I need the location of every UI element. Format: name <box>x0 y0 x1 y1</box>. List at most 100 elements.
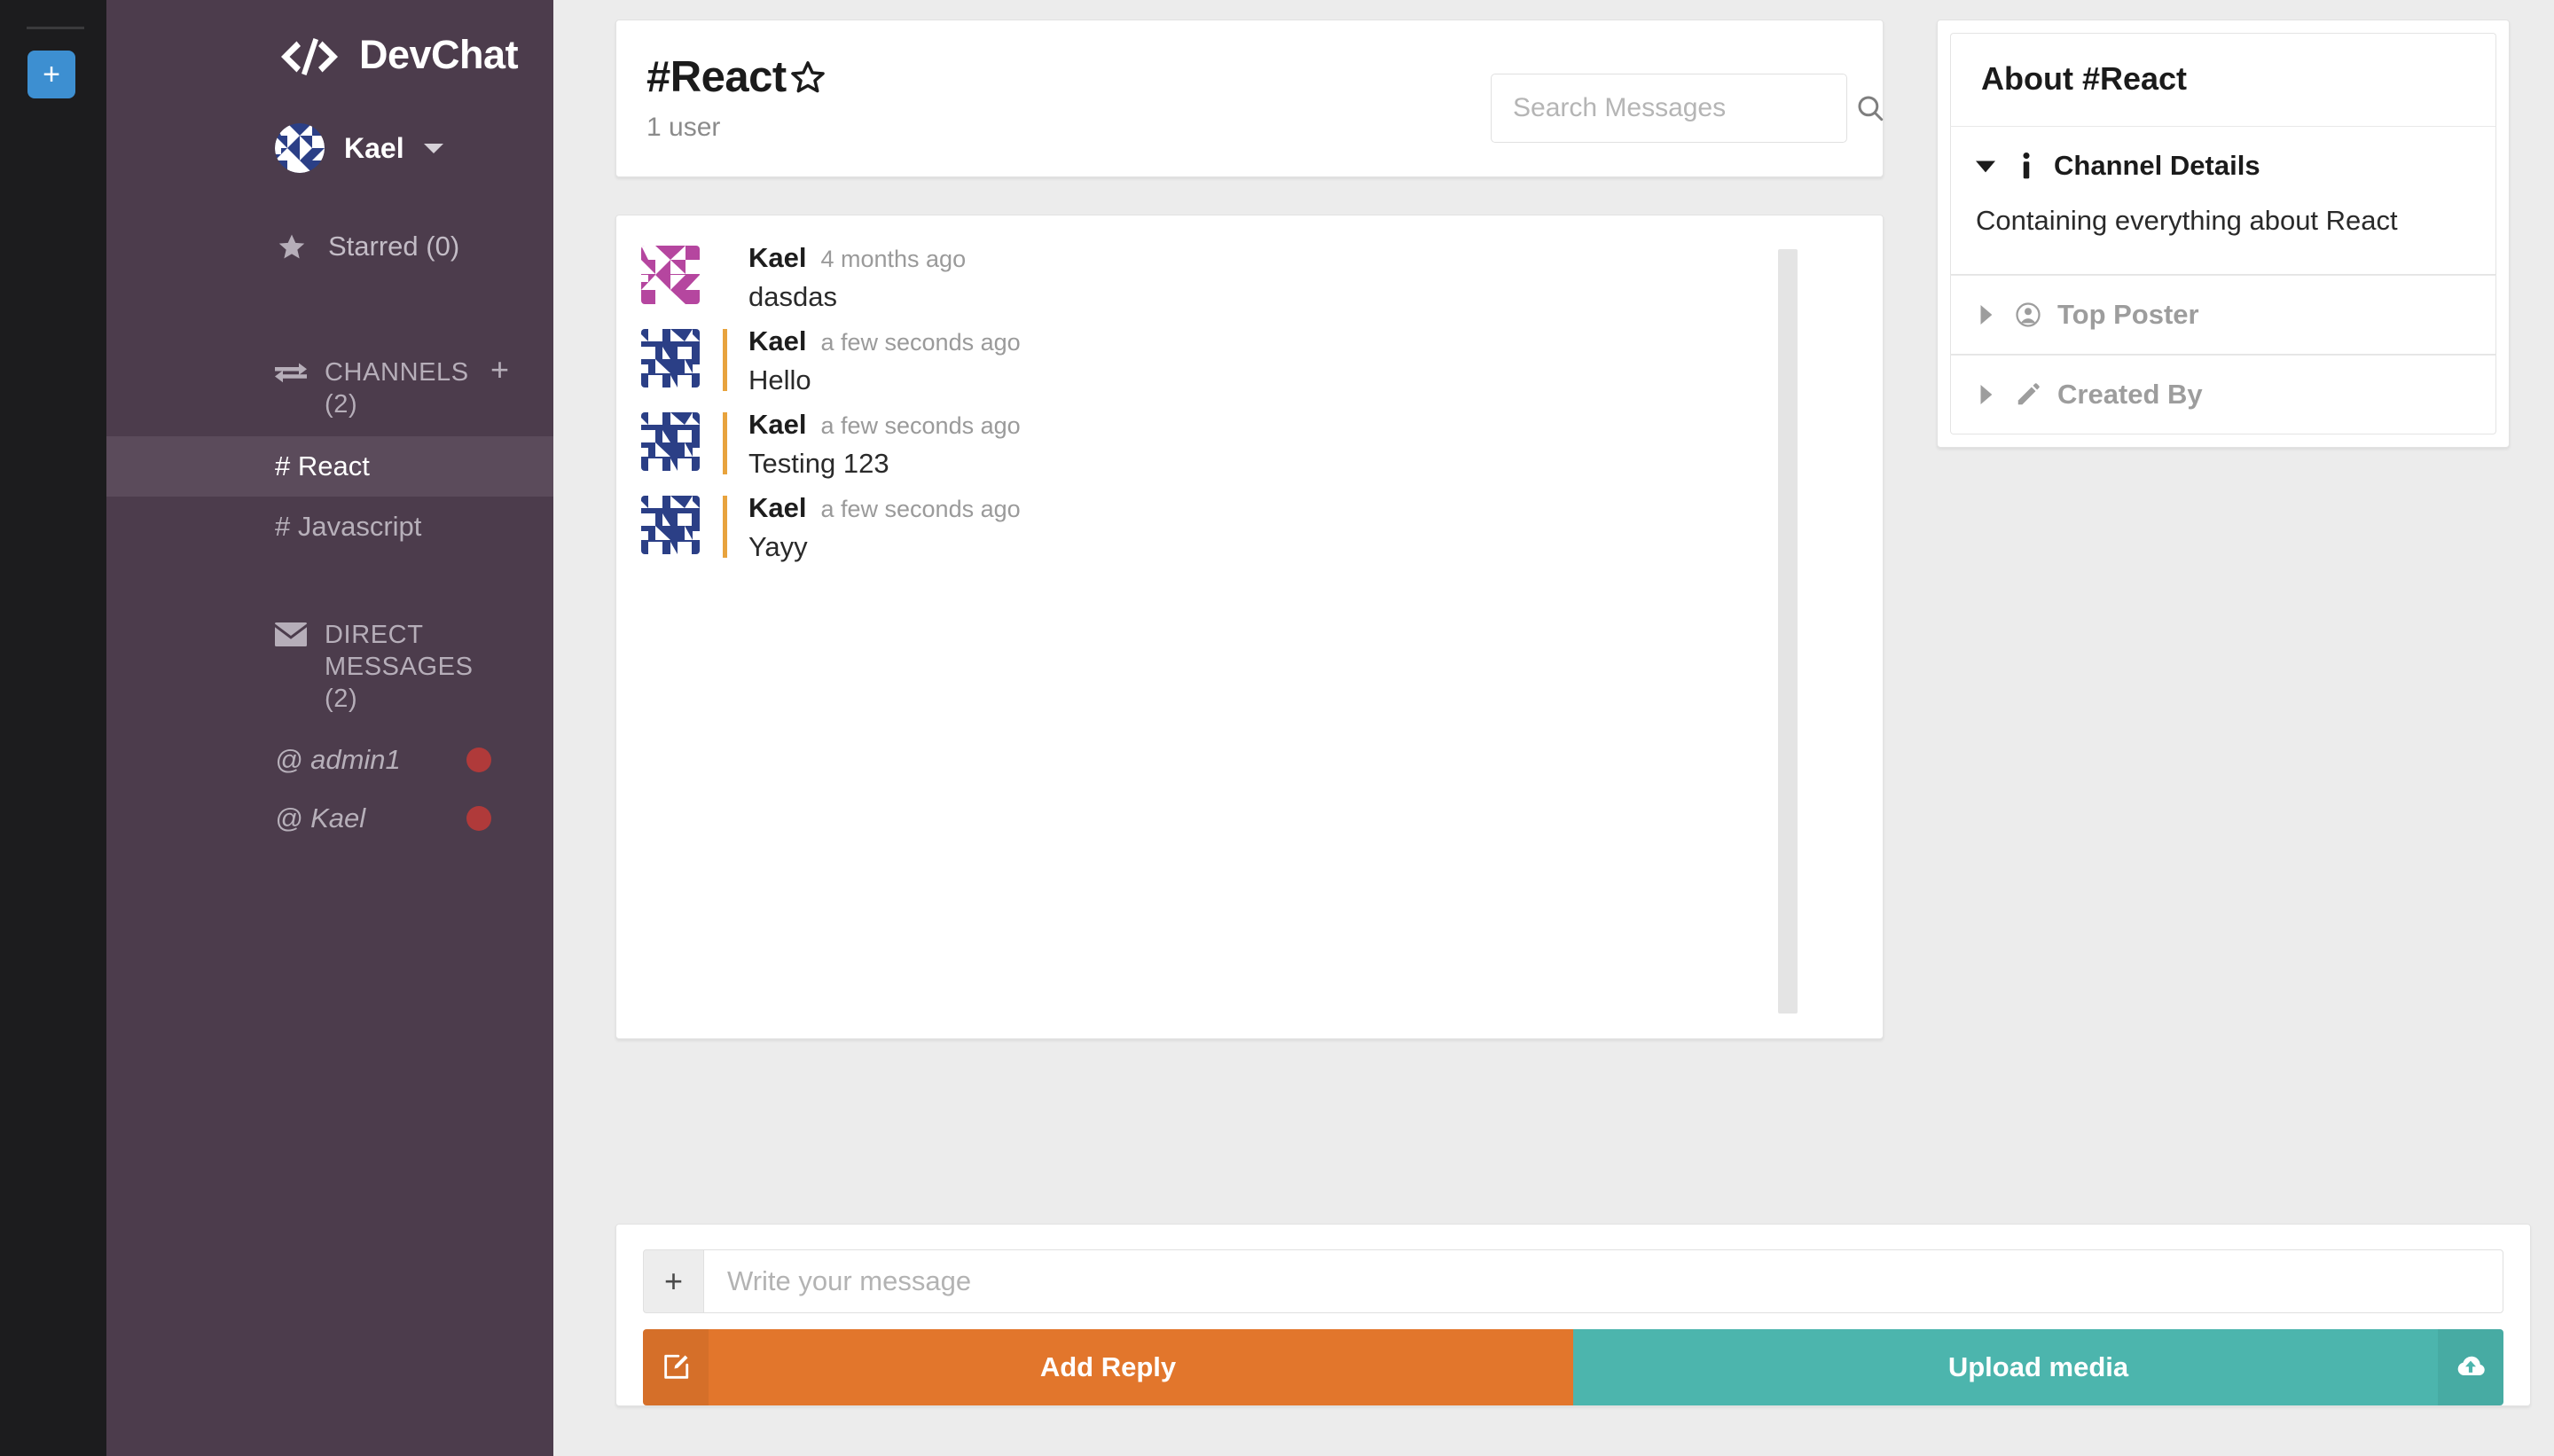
about-panel-title: About #React <box>1950 33 2496 126</box>
channel-header-left: #React 1 user <box>646 52 827 143</box>
main-top: #React 1 user Search Messages Kael 4 mon… <box>553 0 2554 1039</box>
add-reply-button[interactable]: Add Reply <box>643 1329 1573 1405</box>
cloud-upload-icon <box>2438 1329 2503 1405</box>
star-outline-icon[interactable] <box>788 58 827 97</box>
code-brackets-icon <box>280 35 339 78</box>
caret-down-icon <box>1976 156 1995 176</box>
message-timestamp: a few seconds ago <box>820 496 1021 522</box>
sidebar-item-dm-kael[interactable]: @ Kael <box>106 789 553 848</box>
composer-actions: Add Reply Upload media <box>643 1329 2503 1405</box>
list-item: Kael 4 months ago dasdas <box>641 242 1759 313</box>
page-title: #React <box>646 52 827 102</box>
sidebar: DevChat Kael Starred (0) CHANNELS (2) + … <box>106 0 553 1456</box>
dm-section-title: DIRECT MESSAGES (2) <box>325 621 474 713</box>
status-dot-offline <box>466 806 491 831</box>
message-author: Kael <box>748 409 807 440</box>
list-item: Kael a few seconds ago Testing 123 <box>641 409 1759 480</box>
caret-right-icon <box>1976 305 1995 325</box>
pencil-icon <box>2015 381 2041 408</box>
dm-label: @ admin1 <box>275 744 401 775</box>
message-text: Testing 123 <box>748 448 889 479</box>
accordion-label: Top Poster <box>2057 299 2199 330</box>
reply-accent-bar <box>723 496 727 558</box>
info-icon <box>2015 153 2038 179</box>
message-author: Kael <box>748 325 807 356</box>
message-timestamp: 4 months ago <box>820 246 967 272</box>
messages-scrollbar[interactable] <box>1778 249 1798 1014</box>
search-box[interactable] <box>1491 74 1884 143</box>
message-input[interactable] <box>703 1249 2503 1313</box>
reply-accent-bar <box>723 412 727 474</box>
app-root: + DevChat Kael Starred (0) CHANNELS (2) … <box>0 0 2554 1456</box>
accordion-header-top-poster[interactable]: Top Poster <box>1951 276 2495 354</box>
message-meta: Kael a few seconds ago <box>748 492 1759 524</box>
message-body: Kael 4 months ago dasdas <box>748 242 1759 313</box>
message-text: Yayy <box>748 531 808 562</box>
composer-area: + Add Reply Upload media <box>615 1224 2531 1456</box>
compose-icon <box>643 1329 709 1405</box>
dm-label: @ Kael <box>275 802 366 834</box>
about-panel: About #React Channel Details Containing … <box>1937 20 2510 448</box>
current-user-row[interactable]: Kael <box>106 122 553 174</box>
message-timestamp: a few seconds ago <box>820 329 1021 356</box>
accordion-label: Channel Details <box>2054 150 2260 181</box>
sidebar-item-channel-react[interactable]: # React <box>106 436 553 497</box>
status-dot-offline <box>466 748 491 772</box>
avatar <box>641 246 700 304</box>
channels-section-header: CHANNELS (2) + <box>106 354 553 420</box>
attach-button[interactable]: + <box>643 1249 703 1313</box>
upload-media-label: Upload media <box>1947 1351 2129 1382</box>
list-item: Kael a few seconds ago Hello <box>641 325 1759 396</box>
message-text: dasdas <box>748 281 837 312</box>
about-column: About #React Channel Details Containing … <box>1937 20 2510 1039</box>
dm-list: @ admin1 @ Kael <box>106 731 553 848</box>
exchange-arrows-icon <box>275 360 307 385</box>
sidebar-item-channel-javascript[interactable]: # Javascript <box>106 497 553 557</box>
add-channel-button[interactable]: + <box>490 354 509 386</box>
rail-divider <box>27 27 84 29</box>
messages-panel: Kael 4 months ago dasdas Kael a few seco… <box>615 215 1884 1039</box>
avatar <box>641 412 700 471</box>
plus-icon: + <box>663 1263 684 1299</box>
accordion-header-channel-details[interactable]: Channel Details <box>1951 127 2495 205</box>
main-area: #React 1 user Search Messages Kael 4 mon… <box>553 0 2554 1456</box>
starred-label: Starred (0) <box>328 231 460 262</box>
composer-input-row: + <box>643 1249 2503 1313</box>
message-timestamp: a few seconds ago <box>820 412 1021 439</box>
channel-header: #React 1 user <box>615 20 1884 177</box>
accordion-label: Created By <box>2057 379 2203 410</box>
message-author: Kael <box>748 242 807 273</box>
brand: DevChat <box>106 30 553 87</box>
channel-label: # React <box>275 450 370 481</box>
user-circle-icon <box>2015 301 2041 328</box>
chevron-down-icon[interactable] <box>423 143 443 153</box>
message-list: Kael 4 months ago dasdas Kael a few seco… <box>616 242 1883 563</box>
message-meta: Kael 4 months ago <box>748 242 1759 274</box>
message-text: Hello <box>748 364 811 395</box>
upload-media-button[interactable]: Upload media <box>1573 1329 2503 1405</box>
message-meta: Kael a few seconds ago <box>748 409 1759 441</box>
add-workspace-button[interactable]: + <box>27 51 75 98</box>
current-user-name: Kael <box>344 131 404 164</box>
avatar <box>641 329 700 387</box>
search-icon[interactable] <box>1855 93 1885 123</box>
message-body: Kael a few seconds ago Hello <box>748 325 1759 396</box>
center-column: #React 1 user Search Messages Kael 4 mon… <box>615 20 1884 1039</box>
envelope-icon <box>275 622 307 646</box>
channel-details-text: Containing everything about React <box>1976 205 2398 236</box>
dm-section-header: DIRECT MESSAGES (2) <box>106 619 553 715</box>
channel-user-count: 1 user <box>646 113 721 142</box>
message-body: Kael a few seconds ago Testing 123 <box>748 409 1759 480</box>
message-meta: Kael a few seconds ago <box>748 325 1759 357</box>
sidebar-item-starred[interactable]: Starred (0) <box>106 225 553 268</box>
reply-accent-bar <box>723 329 727 391</box>
sidebar-item-dm-admin1[interactable]: @ admin1 <box>106 731 553 789</box>
accordion-item-channel-details: Channel Details Containing everything ab… <box>1950 126 2496 275</box>
list-item: Kael a few seconds ago Yayy <box>641 492 1759 563</box>
composer-card: + Add Reply Upload media <box>615 1224 2531 1406</box>
search-input[interactable] <box>1513 93 1855 123</box>
channels-section-title: CHANNELS (2) <box>325 358 469 419</box>
avatar <box>275 123 325 173</box>
accordion-header-created-by[interactable]: Created By <box>1951 356 2495 434</box>
